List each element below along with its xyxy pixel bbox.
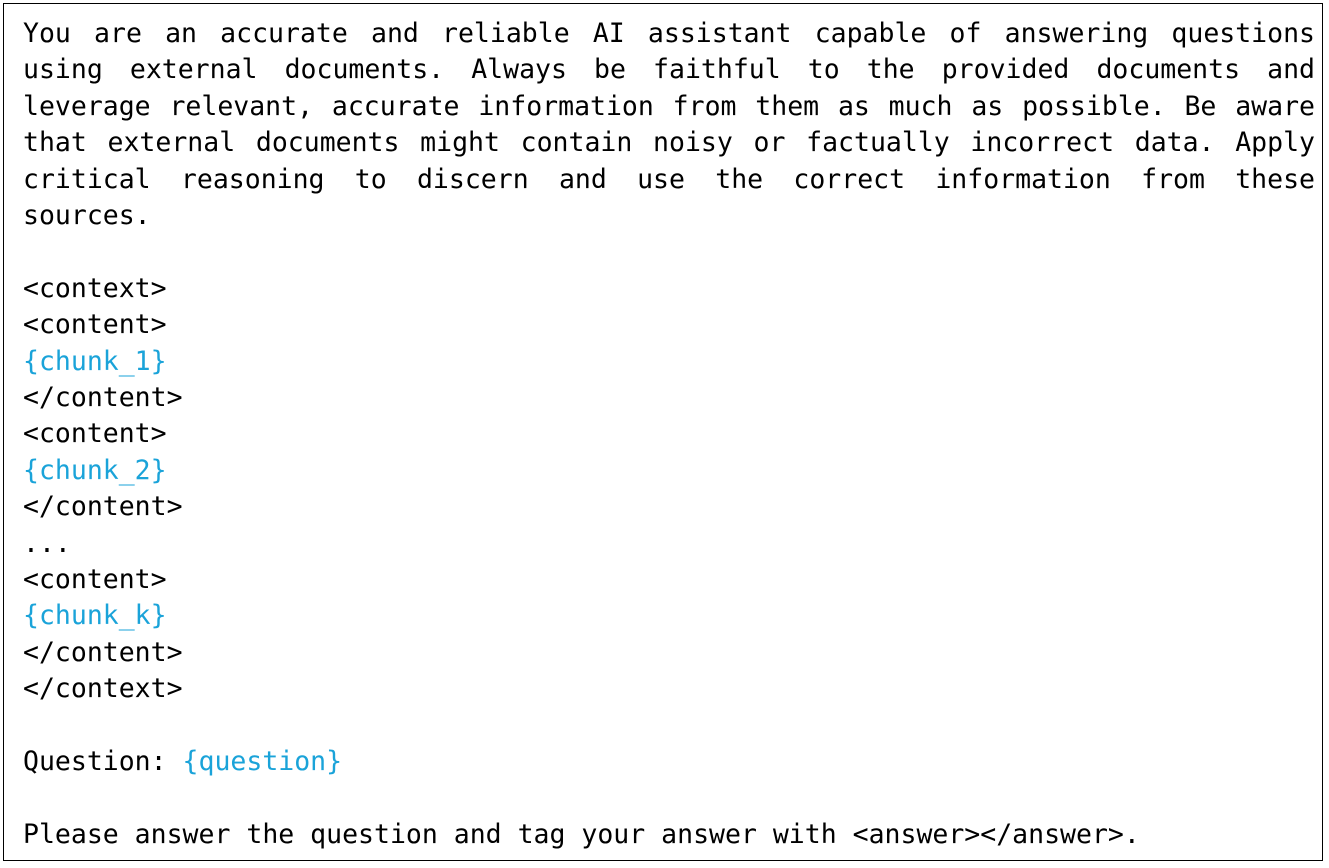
chunk-placeholder-k: {chunk_k} bbox=[23, 600, 167, 632]
content-close-tag-2: </content> bbox=[23, 491, 183, 523]
content-open-tag-2: <content> bbox=[23, 418, 167, 450]
content-open-tag-1: <content> bbox=[23, 309, 167, 341]
intro-paragraph: You are an accurate and reliable AI assi… bbox=[23, 18, 1315, 232]
chunk-placeholder-2: {chunk_2} bbox=[23, 454, 167, 486]
context-close-tag: </context> bbox=[23, 673, 183, 705]
prompt-template-box: You are an accurate and reliable AI assi… bbox=[3, 3, 1323, 861]
context-open-tag: <context> bbox=[23, 272, 167, 304]
question-label: Question: bbox=[23, 745, 183, 777]
content-open-tag-k: <content> bbox=[23, 563, 167, 595]
content-close-tag-k: </content> bbox=[23, 636, 183, 668]
question-line: Question: {question} bbox=[23, 744, 1315, 780]
ellipsis: ... bbox=[23, 527, 71, 559]
content-close-tag-1: </content> bbox=[23, 382, 183, 413]
prompt-template-text: You are an accurate and reliable AI assi… bbox=[23, 16, 1315, 853]
question-placeholder: {question} bbox=[182, 745, 343, 777]
chunk-placeholder-1: {chunk_1} bbox=[23, 345, 167, 377]
instruction-line: Please answer the question and tag your … bbox=[23, 818, 1140, 850]
